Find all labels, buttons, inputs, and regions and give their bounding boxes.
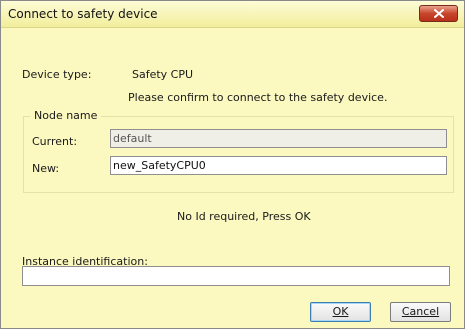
window-title: Connect to safety device bbox=[8, 7, 158, 21]
current-node-name-field: default bbox=[110, 129, 447, 148]
status-message: No Id required, Press OK bbox=[177, 210, 311, 223]
node-name-group bbox=[23, 116, 454, 193]
device-type-label: Device type: bbox=[22, 68, 92, 81]
confirm-message: Please confirm to connect to the safety … bbox=[128, 91, 388, 104]
new-node-name-input[interactable]: new_SafetyCPU0 bbox=[110, 156, 447, 175]
node-name-legend: Node name bbox=[30, 109, 102, 122]
instance-identification-input[interactable] bbox=[22, 266, 450, 286]
new-label: New: bbox=[32, 162, 60, 175]
close-button[interactable] bbox=[419, 5, 458, 22]
device-type-value: Safety CPU bbox=[132, 68, 194, 81]
cancel-button[interactable]: Cancel bbox=[390, 302, 451, 322]
title-bar: Connect to safety device bbox=[1, 1, 464, 28]
ok-button[interactable]: OK bbox=[310, 302, 371, 322]
connect-dialog: Connect to safety device Device type: Sa… bbox=[0, 0, 465, 329]
current-label: Current: bbox=[32, 135, 78, 148]
close-icon bbox=[420, 6, 457, 21]
